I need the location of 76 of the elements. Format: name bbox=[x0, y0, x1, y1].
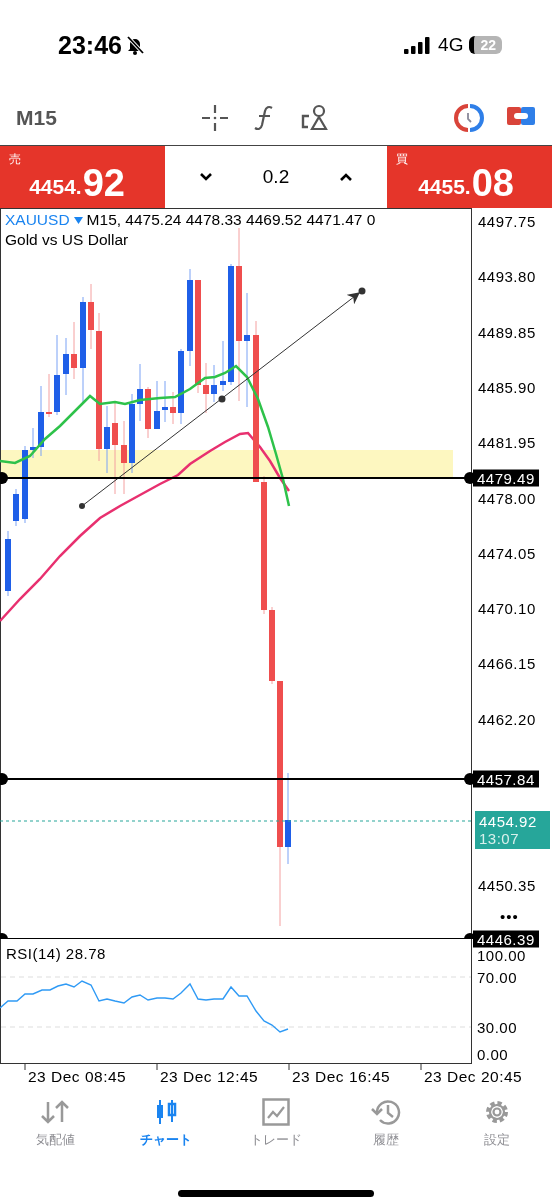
candle bbox=[137, 363, 143, 422]
candle bbox=[220, 340, 226, 392]
price-label: 4466.15 bbox=[478, 654, 536, 672]
tab[interactable]: 気配値 bbox=[0, 1098, 111, 1168]
ohlc-values: M15, 4475.24 4478.33 4469.52 4471.47 0 bbox=[86, 211, 376, 229]
muted-bell-icon bbox=[125, 35, 144, 55]
candle bbox=[38, 385, 44, 457]
rsi-scale-label: 70.00 bbox=[477, 968, 518, 986]
axis-tick bbox=[288, 1064, 290, 1070]
more-button[interactable]: ••• bbox=[500, 908, 519, 925]
timeframe-button[interactable]: M15 bbox=[16, 105, 57, 130]
tab[interactable]: チャート bbox=[110, 1098, 221, 1168]
crosshair-icon[interactable] bbox=[200, 102, 230, 133]
price-label: 4462.20 bbox=[478, 710, 536, 728]
rsi-scale-label: 0.00 bbox=[477, 1045, 509, 1063]
history-icon bbox=[371, 1098, 402, 1126]
candle bbox=[71, 321, 77, 380]
price-label: 4478.00 bbox=[478, 489, 536, 506]
price-label: 4474.05 bbox=[478, 544, 536, 562]
tab[interactable]: トレード bbox=[220, 1098, 332, 1168]
candle bbox=[46, 373, 52, 418]
price-label: 4481.95 bbox=[478, 433, 536, 451]
clock-circle-icon[interactable] bbox=[454, 102, 484, 133]
horizontal-line[interactable] bbox=[0, 472, 476, 484]
axis-tick bbox=[156, 1064, 158, 1070]
price-label: 4493.80 bbox=[478, 267, 536, 285]
tab[interactable]: 履歴 bbox=[331, 1098, 442, 1168]
price-label: 4497.75 bbox=[478, 212, 536, 230]
chevron-up-icon bbox=[339, 172, 353, 182]
time-label: 23 Dec 16:45 bbox=[292, 1068, 391, 1086]
time-label: 23 Dec 12:45 bbox=[160, 1068, 259, 1086]
candle bbox=[13, 488, 19, 527]
symbol-description: Gold vs US Dollar bbox=[5, 231, 130, 249]
price-label: 4489.85 bbox=[478, 323, 536, 341]
rsi-scale-label: 100.00 bbox=[477, 946, 526, 964]
candle bbox=[145, 386, 151, 439]
network-label: 4G bbox=[438, 34, 464, 56]
time-label: 23 Dec 20:45 bbox=[424, 1068, 523, 1086]
shapes-icon[interactable] bbox=[300, 102, 330, 133]
buy-button[interactable]: 買 4455.08 bbox=[387, 146, 552, 208]
candle bbox=[104, 405, 110, 474]
axis-tick bbox=[420, 1064, 422, 1070]
line-chart-icon bbox=[262, 1098, 290, 1126]
current-price-label: 4454.92 13:07 bbox=[475, 811, 550, 849]
price-label: 4450.35 bbox=[478, 876, 536, 894]
rsi-scale-label: 30.00 bbox=[477, 1018, 518, 1036]
horizontal-line[interactable] bbox=[0, 933, 476, 939]
candle bbox=[30, 427, 36, 459]
dropdown-icon[interactable] bbox=[73, 216, 83, 224]
candle bbox=[5, 530, 11, 597]
candle bbox=[170, 391, 176, 425]
candle bbox=[203, 362, 209, 414]
line-price-label: 4457.84 bbox=[473, 770, 539, 788]
line-price-label: 4446.39 bbox=[473, 930, 539, 948]
volume-value[interactable]: 0.2 bbox=[262, 166, 290, 188]
price-label: 4485.90 bbox=[478, 378, 536, 396]
candle bbox=[154, 380, 160, 429]
candle bbox=[63, 337, 69, 396]
time-label: 23 Dec 08:45 bbox=[28, 1068, 127, 1086]
signal-icon bbox=[404, 36, 433, 54]
symbol-selector[interactable]: XAUUSD bbox=[5, 211, 70, 229]
candlestick-icon bbox=[154, 1098, 177, 1126]
candle bbox=[88, 283, 94, 350]
sell-button[interactable]: 売 4454.92 bbox=[0, 146, 165, 208]
axis-tick bbox=[24, 1064, 26, 1070]
candle bbox=[211, 364, 217, 403]
price-label: 4470.10 bbox=[478, 599, 536, 617]
arrows-icon bbox=[40, 1098, 71, 1126]
chevron-down-icon bbox=[199, 172, 213, 182]
battery-level: 22 bbox=[469, 36, 502, 54]
line-price-label: 4479.49 bbox=[473, 469, 539, 487]
horizontal-line[interactable] bbox=[0, 773, 476, 785]
tab[interactable]: 設定 bbox=[441, 1098, 552, 1168]
rsi-label: RSI(14) 28.78 bbox=[6, 945, 106, 962]
candle bbox=[162, 380, 168, 423]
clock-time: 23:46 bbox=[58, 30, 122, 60]
